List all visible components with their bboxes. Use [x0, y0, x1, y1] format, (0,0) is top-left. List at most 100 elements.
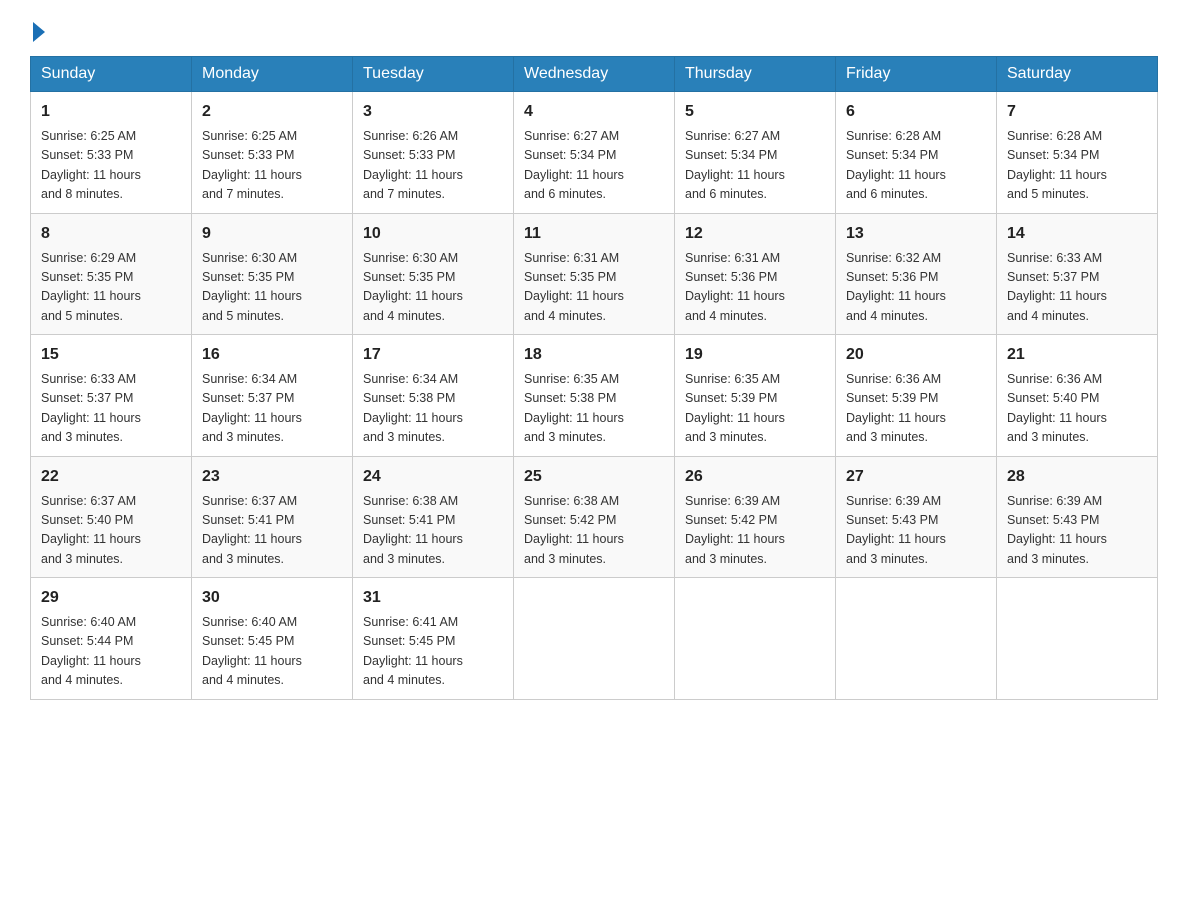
logo-arrow-icon	[33, 22, 45, 42]
calendar-day-cell: 15 Sunrise: 6:33 AMSunset: 5:37 PMDayligh…	[31, 335, 192, 457]
day-of-week-header: Friday	[836, 57, 997, 92]
calendar-day-cell: 16 Sunrise: 6:34 AMSunset: 5:37 PMDayligh…	[192, 335, 353, 457]
calendar-day-cell: 11 Sunrise: 6:31 AMSunset: 5:35 PMDayligh…	[514, 213, 675, 335]
day-number: 22	[41, 465, 181, 489]
day-info: Sunrise: 6:25 AMSunset: 5:33 PMDaylight:…	[41, 127, 181, 205]
calendar-day-cell: 1 Sunrise: 6:25 AMSunset: 5:33 PMDaylight…	[31, 92, 192, 214]
day-info: Sunrise: 6:35 AMSunset: 5:38 PMDaylight:…	[524, 370, 664, 448]
calendar-day-cell: 18 Sunrise: 6:35 AMSunset: 5:38 PMDayligh…	[514, 335, 675, 457]
calendar-day-cell: 14 Sunrise: 6:33 AMSunset: 5:37 PMDayligh…	[997, 213, 1158, 335]
day-info: Sunrise: 6:28 AMSunset: 5:34 PMDaylight:…	[1007, 127, 1147, 205]
day-number: 3	[363, 100, 503, 124]
day-of-week-header: Monday	[192, 57, 353, 92]
day-info: Sunrise: 6:38 AMSunset: 5:41 PMDaylight:…	[363, 492, 503, 570]
calendar-day-cell: 20 Sunrise: 6:36 AMSunset: 5:39 PMDayligh…	[836, 335, 997, 457]
calendar-week-row: 8 Sunrise: 6:29 AMSunset: 5:35 PMDaylight…	[31, 213, 1158, 335]
calendar-day-cell	[997, 578, 1158, 700]
day-number: 28	[1007, 465, 1147, 489]
calendar-day-cell: 2 Sunrise: 6:25 AMSunset: 5:33 PMDaylight…	[192, 92, 353, 214]
day-number: 13	[846, 222, 986, 246]
calendar-day-cell: 8 Sunrise: 6:29 AMSunset: 5:35 PMDaylight…	[31, 213, 192, 335]
day-info: Sunrise: 6:40 AMSunset: 5:45 PMDaylight:…	[202, 613, 342, 691]
logo	[30, 20, 45, 38]
day-info: Sunrise: 6:29 AMSunset: 5:35 PMDaylight:…	[41, 249, 181, 327]
day-info: Sunrise: 6:36 AMSunset: 5:39 PMDaylight:…	[846, 370, 986, 448]
calendar-day-cell: 12Sunrise: 6:31 AMSunset: 5:36 PMDayligh…	[675, 213, 836, 335]
day-number: 14	[1007, 222, 1147, 246]
day-number: 20	[846, 343, 986, 367]
day-of-week-header: Sunday	[31, 57, 192, 92]
day-info: Sunrise: 6:35 AMSunset: 5:39 PMDaylight:…	[685, 370, 825, 448]
day-number: 6	[846, 100, 986, 124]
day-number: 8	[41, 222, 181, 246]
calendar-day-cell: 30Sunrise: 6:40 AMSunset: 5:45 PMDayligh…	[192, 578, 353, 700]
day-info: Sunrise: 6:33 AMSunset: 5:37 PMDaylight:…	[1007, 249, 1147, 327]
day-number: 27	[846, 465, 986, 489]
calendar-day-cell: 17Sunrise: 6:34 AMSunset: 5:38 PMDayligh…	[353, 335, 514, 457]
calendar-day-cell	[836, 578, 997, 700]
day-number: 16	[202, 343, 342, 367]
calendar-day-cell: 26 Sunrise: 6:39 AMSunset: 5:42 PMDayligh…	[675, 456, 836, 578]
calendar-table: SundayMondayTuesdayWednesdayThursdayFrid…	[30, 56, 1158, 700]
day-number: 18	[524, 343, 664, 367]
day-of-week-header: Wednesday	[514, 57, 675, 92]
day-info: Sunrise: 6:40 AMSunset: 5:44 PMDaylight:…	[41, 613, 181, 691]
calendar-day-cell: 9 Sunrise: 6:30 AMSunset: 5:35 PMDaylight…	[192, 213, 353, 335]
calendar-day-cell: 23 Sunrise: 6:37 AMSunset: 5:41 PMDayligh…	[192, 456, 353, 578]
day-info: Sunrise: 6:28 AMSunset: 5:34 PMDaylight:…	[846, 127, 986, 205]
calendar-day-cell: 13 Sunrise: 6:32 AMSunset: 5:36 PMDayligh…	[836, 213, 997, 335]
day-number: 11	[524, 222, 664, 246]
calendar-week-row: 15 Sunrise: 6:33 AMSunset: 5:37 PMDayligh…	[31, 335, 1158, 457]
day-info: Sunrise: 6:25 AMSunset: 5:33 PMDaylight:…	[202, 127, 342, 205]
day-info: Sunrise: 6:30 AMSunset: 5:35 PMDaylight:…	[202, 249, 342, 327]
day-number: 24	[363, 465, 503, 489]
day-number: 7	[1007, 100, 1147, 124]
day-info: Sunrise: 6:37 AMSunset: 5:40 PMDaylight:…	[41, 492, 181, 570]
calendar-day-cell: 29 Sunrise: 6:40 AMSunset: 5:44 PMDayligh…	[31, 578, 192, 700]
calendar-day-cell: 4Sunrise: 6:27 AMSunset: 5:34 PMDaylight…	[514, 92, 675, 214]
calendar-day-cell	[514, 578, 675, 700]
day-number: 31	[363, 586, 503, 610]
day-info: Sunrise: 6:30 AMSunset: 5:35 PMDaylight:…	[363, 249, 503, 327]
calendar-week-row: 1 Sunrise: 6:25 AMSunset: 5:33 PMDaylight…	[31, 92, 1158, 214]
day-of-week-header: Tuesday	[353, 57, 514, 92]
day-number: 2	[202, 100, 342, 124]
calendar-day-cell: 5 Sunrise: 6:27 AMSunset: 5:34 PMDaylight…	[675, 92, 836, 214]
calendar-day-cell: 24 Sunrise: 6:38 AMSunset: 5:41 PMDayligh…	[353, 456, 514, 578]
day-number: 29	[41, 586, 181, 610]
day-info: Sunrise: 6:41 AMSunset: 5:45 PMDaylight:…	[363, 613, 503, 691]
day-number: 19	[685, 343, 825, 367]
day-of-week-header: Saturday	[997, 57, 1158, 92]
day-number: 5	[685, 100, 825, 124]
day-number: 10	[363, 222, 503, 246]
day-info: Sunrise: 6:27 AMSunset: 5:34 PMDaylight:…	[685, 127, 825, 205]
day-info: Sunrise: 6:39 AMSunset: 5:42 PMDaylight:…	[685, 492, 825, 570]
calendar-header-row: SundayMondayTuesdayWednesdayThursdayFrid…	[31, 57, 1158, 92]
calendar-day-cell: 22 Sunrise: 6:37 AMSunset: 5:40 PMDayligh…	[31, 456, 192, 578]
day-number: 9	[202, 222, 342, 246]
calendar-day-cell	[675, 578, 836, 700]
day-info: Sunrise: 6:36 AMSunset: 5:40 PMDaylight:…	[1007, 370, 1147, 448]
day-number: 4	[524, 100, 664, 124]
day-info: Sunrise: 6:32 AMSunset: 5:36 PMDaylight:…	[846, 249, 986, 327]
calendar-day-cell: 6 Sunrise: 6:28 AMSunset: 5:34 PMDaylight…	[836, 92, 997, 214]
calendar-week-row: 22 Sunrise: 6:37 AMSunset: 5:40 PMDayligh…	[31, 456, 1158, 578]
page-header	[30, 20, 1158, 38]
calendar-day-cell: 21 Sunrise: 6:36 AMSunset: 5:40 PMDayligh…	[997, 335, 1158, 457]
day-number: 21	[1007, 343, 1147, 367]
day-number: 1	[41, 100, 181, 124]
calendar-week-row: 29 Sunrise: 6:40 AMSunset: 5:44 PMDayligh…	[31, 578, 1158, 700]
day-number: 26	[685, 465, 825, 489]
calendar-day-cell: 19 Sunrise: 6:35 AMSunset: 5:39 PMDayligh…	[675, 335, 836, 457]
calendar-day-cell: 10 Sunrise: 6:30 AMSunset: 5:35 PMDayligh…	[353, 213, 514, 335]
day-info: Sunrise: 6:33 AMSunset: 5:37 PMDaylight:…	[41, 370, 181, 448]
calendar-day-cell: 28Sunrise: 6:39 AMSunset: 5:43 PMDayligh…	[997, 456, 1158, 578]
day-info: Sunrise: 6:31 AMSunset: 5:35 PMDaylight:…	[524, 249, 664, 327]
day-number: 17	[363, 343, 503, 367]
day-info: Sunrise: 6:31 AMSunset: 5:36 PMDaylight:…	[685, 249, 825, 327]
day-number: 15	[41, 343, 181, 367]
day-info: Sunrise: 6:37 AMSunset: 5:41 PMDaylight:…	[202, 492, 342, 570]
calendar-day-cell: 7 Sunrise: 6:28 AMSunset: 5:34 PMDaylight…	[997, 92, 1158, 214]
day-number: 23	[202, 465, 342, 489]
day-info: Sunrise: 6:34 AMSunset: 5:37 PMDaylight:…	[202, 370, 342, 448]
